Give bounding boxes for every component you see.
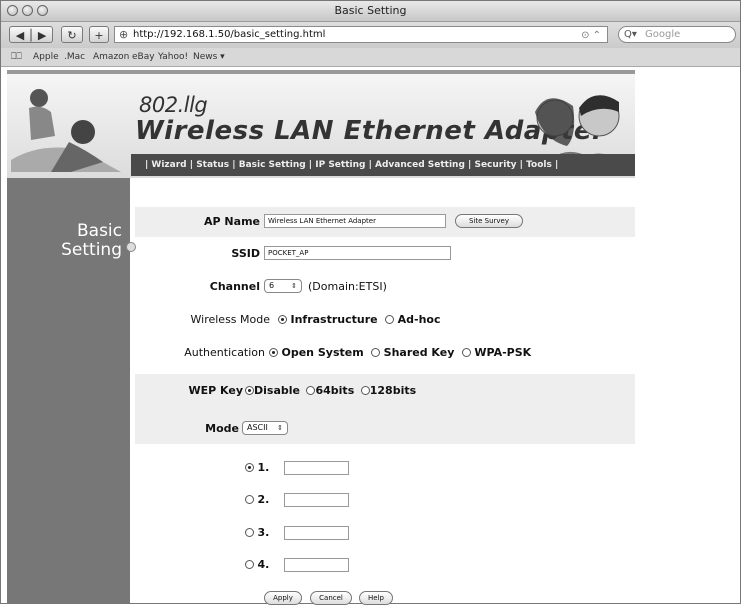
search-field[interactable]: Q▾ Google <box>618 26 736 43</box>
sidebar-title: Basic Setting <box>61 222 122 260</box>
adhoc-label: Ad-hoc <box>397 313 441 326</box>
wpa-psk-radio[interactable] <box>461 348 471 357</box>
sidebar-title-line1: Basic <box>76 221 122 241</box>
key-1-radio[interactable] <box>245 463 254 472</box>
nav-advanced-setting[interactable]: Advanced Setting <box>375 160 465 170</box>
brand-subtitle: 802.llg <box>139 93 208 117</box>
shared-key-label: Shared Key <box>383 346 455 359</box>
add-bookmark-button[interactable]: + <box>89 26 109 43</box>
key-2-input[interactable] <box>284 493 349 507</box>
search-placeholder: Google <box>645 29 681 40</box>
key-1-input[interactable] <box>284 461 349 475</box>
select-arrows-icon: ⇕ <box>291 282 297 290</box>
channel-label: Channel <box>209 280 260 293</box>
back-arrow-icon[interactable]: ◀ <box>16 29 24 42</box>
infrastructure-label: Infrastructure <box>290 313 378 326</box>
key-4-input[interactable] <box>284 558 349 572</box>
bookmark-apple[interactable]: Apple <box>33 52 59 62</box>
wep-key-label: WEP Key <box>188 384 243 397</box>
snapback-icon[interactable]: ⊙ ⌃ <box>581 28 601 44</box>
nav-ip-setting[interactable]: IP Setting <box>315 160 365 170</box>
open-system-radio[interactable] <box>269 348 278 357</box>
key-3-row: 3. <box>245 526 269 539</box>
ssid-input[interactable]: POCKET_AP <box>264 246 451 260</box>
title-bar: Basic Setting <box>1 1 740 22</box>
key-4-row: 4. <box>245 558 269 571</box>
domain-text: (Domain:ETSI) <box>308 280 387 293</box>
key-4-label: 4. <box>257 558 270 571</box>
key-1-label: 1. <box>257 461 270 474</box>
apply-button[interactable]: Apply <box>264 591 302 605</box>
bookmark-news[interactable]: News ▾ <box>193 52 225 62</box>
bookmark-mac[interactable]: .Mac <box>64 52 85 62</box>
address-bar[interactable]: ⊕ http://192.168.1.50/basic_setting.html… <box>114 26 608 43</box>
address-text: http://192.168.1.50/basic_setting.html <box>133 29 326 40</box>
window-title: Basic Setting <box>334 4 407 17</box>
nav-wizard[interactable]: Wizard <box>151 160 186 170</box>
globe-icon: ⊕ <box>119 28 129 41</box>
authentication-options: Open System Shared Key WPA-PSK <box>269 346 531 359</box>
site-survey-button[interactable]: Site Survey <box>455 214 523 228</box>
browser-toolbar: ◀ │ ▶ ↻ + ⊕ http://192.168.1.50/basic_se… <box>1 22 740 48</box>
wep-disable-label: Disable <box>254 384 300 397</box>
back-forward-buttons[interactable]: ◀ │ ▶ <box>9 26 53 43</box>
cancel-button[interactable]: Cancel <box>310 591 352 605</box>
bookmarks-bar: ⎕⎕ Apple .Mac Amazon eBay Yahoo! News ▾ <box>1 48 740 67</box>
adhoc-radio[interactable] <box>385 315 395 324</box>
open-system-label: Open System <box>281 346 364 359</box>
ap-name-input[interactable]: Wireless LAN Ethernet Adapter <box>264 214 446 228</box>
wep-key-options: Disable 64bits 128bits <box>245 384 416 397</box>
key-2-label: 2. <box>257 493 270 506</box>
ssid-label: SSID <box>231 247 260 260</box>
mode-select-value: ASCII <box>247 423 268 432</box>
help-button[interactable]: Help <box>359 591 393 605</box>
nav-tools[interactable]: Tools <box>526 160 552 170</box>
ap-name-label: AP Name <box>204 215 260 228</box>
key-2-row: 2. <box>245 493 269 506</box>
bookmarks-book-icon[interactable]: ⎕⎕ <box>11 52 22 62</box>
basic-setting-form: AP Name Wireless LAN Ethernet Adapter Si… <box>130 178 635 605</box>
wep-128bits-label: 128bits <box>369 384 417 397</box>
forward-arrow-icon[interactable]: ▶ <box>38 29 46 42</box>
wep-disable-radio[interactable] <box>245 386 254 395</box>
wep-128bits-radio[interactable] <box>360 386 370 395</box>
web-page: 802.llg Wireless LAN Ethernet Adapter | … <box>7 67 635 605</box>
nav-status[interactable]: Status <box>196 160 229 170</box>
key-2-radio[interactable] <box>245 495 254 504</box>
channel-select-value: 6 <box>269 281 275 290</box>
key-3-radio[interactable] <box>245 528 254 537</box>
mode-select[interactable]: ASCII ⇕ <box>242 421 288 435</box>
browser-window: Basic Setting ◀ │ ▶ ↻ + ⊕ http://192.168… <box>0 0 741 605</box>
header-banner: 802.llg Wireless LAN Ethernet Adapter | … <box>7 74 635 178</box>
wep-64bits-label: 64bits <box>315 384 355 397</box>
authentication-label: Authentication <box>184 346 265 359</box>
infrastructure-radio[interactable] <box>278 315 287 324</box>
mode-label: Mode <box>205 422 239 435</box>
key-3-label: 3. <box>257 526 270 539</box>
nav-basic-setting[interactable]: Basic Setting <box>239 160 306 170</box>
bookmark-yahoo[interactable]: Yahoo! <box>158 52 188 62</box>
nav-security[interactable]: Security <box>474 160 516 170</box>
key-3-input[interactable] <box>284 526 349 540</box>
bookmark-ebay[interactable]: eBay <box>132 52 155 62</box>
reload-icon: ↻ <box>67 29 77 42</box>
key-1-row: 1. <box>245 461 269 474</box>
wireless-mode-options: Infrastructure Ad-hoc <box>278 313 441 326</box>
plus-icon: + <box>94 29 104 42</box>
wireless-mode-label: Wireless Mode <box>190 313 271 326</box>
reload-button[interactable]: ↻ <box>61 26 83 43</box>
select-arrows-icon: ⇕ <box>277 424 283 432</box>
sidebar: Basic Setting <box>7 178 136 603</box>
shared-key-radio[interactable] <box>371 348 381 357</box>
main-nav: | Wizard | Status | Basic Setting | IP S… <box>131 154 635 176</box>
search-icon: Q▾ <box>624 29 637 40</box>
sidebar-title-line2: Setting <box>61 240 122 260</box>
bookmark-amazon[interactable]: Amazon <box>93 52 129 62</box>
person-with-headphones-image <box>11 89 121 172</box>
channel-select[interactable]: 6 ⇕ <box>264 279 302 293</box>
key-4-radio[interactable] <box>245 560 254 569</box>
wpa-psk-label: WPA-PSK <box>474 346 532 359</box>
